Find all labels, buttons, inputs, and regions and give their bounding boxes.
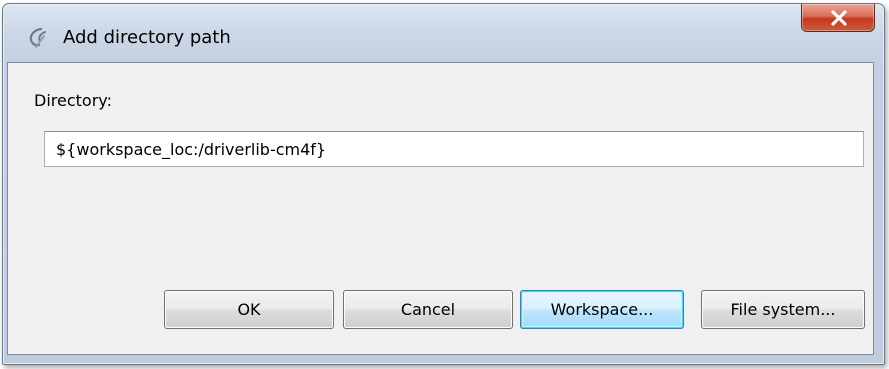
cancel-button[interactable]: Cancel	[343, 290, 513, 329]
title-bar[interactable]: Add directory path	[3, 4, 884, 60]
ccs-swirl-icon	[26, 26, 50, 50]
close-button[interactable]	[801, 4, 875, 32]
ok-button[interactable]: OK	[164, 290, 334, 329]
directory-label: Directory:	[34, 91, 112, 110]
dialog-title: Add directory path	[63, 27, 231, 48]
workspace-button[interactable]: Workspace...	[520, 290, 684, 329]
file-system-button[interactable]: File system...	[701, 290, 865, 329]
directory-input[interactable]	[44, 131, 864, 167]
close-x-icon	[831, 10, 847, 26]
